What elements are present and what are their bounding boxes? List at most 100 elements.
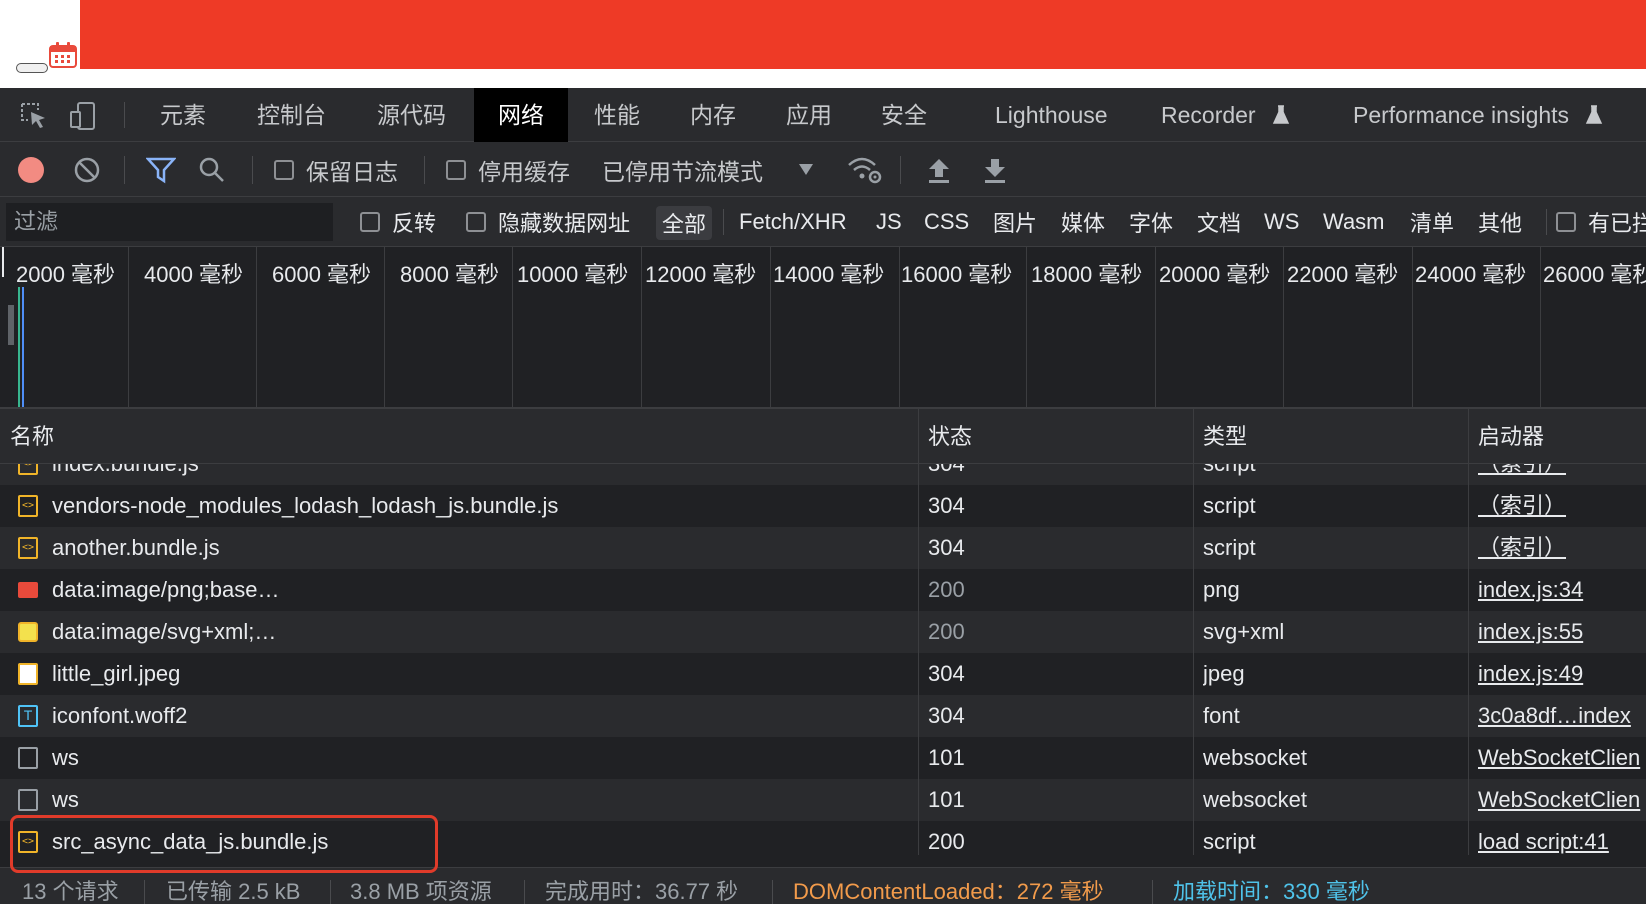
toolbar-divider — [1546, 209, 1547, 235]
request-name: little_girl.jpeg — [52, 661, 181, 686]
record-button[interactable] — [18, 142, 44, 197]
table-row[interactable]: <> another.bundle.js 304 script （索引） — [0, 527, 1646, 569]
table-row[interactable]: ws 101 websocket WebSocketClien — [0, 779, 1646, 821]
filter-type-doc[interactable]: 文档 — [1197, 197, 1241, 247]
tab-lighthouse[interactable]: Lighthouse — [995, 88, 1108, 142]
tab-elements[interactable]: 元素 — [160, 88, 206, 142]
timeline-overview[interactable]: 2000 毫秒 4000 毫秒 6000 毫秒 8000 毫秒 10000 毫秒… — [0, 247, 1646, 409]
timeline-grid-line — [1026, 247, 1027, 407]
filter-funnel-icon[interactable] — [146, 156, 176, 184]
filter-type-css[interactable]: CSS — [924, 197, 969, 247]
column-divider[interactable] — [1193, 409, 1194, 855]
tab-memory[interactable]: 内存 — [690, 88, 736, 142]
table-row[interactable]: <> src_async_data_js.bundle.js 200 scrip… — [0, 821, 1646, 855]
status-divider — [524, 880, 525, 904]
column-header-name[interactable]: 名称 — [0, 409, 54, 464]
network-summary-bar: 13 个请求 已传输 2.5 kB 3.8 MB 项资源 完成用时：36.77 … — [0, 867, 1646, 904]
filter-type-media[interactable]: 媒体 — [1061, 197, 1105, 247]
table-row[interactable]: ws 101 websocket WebSocketClien — [0, 737, 1646, 779]
filter-type-js[interactable]: JS — [876, 197, 902, 247]
request-initiator-link[interactable]: index.js:55 — [1478, 611, 1646, 653]
tab-network[interactable]: 网络 — [474, 88, 568, 142]
timeline-tick-label: 20000 毫秒 — [1159, 262, 1271, 287]
request-initiator-link[interactable]: index.js:49 — [1478, 653, 1646, 695]
filter-type-ws[interactable]: WS — [1264, 197, 1299, 247]
column-divider[interactable] — [1468, 409, 1469, 855]
filter-type-font[interactable]: 字体 — [1129, 197, 1173, 247]
filter-type-img[interactable]: 图片 — [993, 197, 1037, 247]
request-type: font — [1203, 703, 1240, 728]
network-requests-table: 名称 状态 类型 启动器 <> index.bundle.js 304 scri… — [0, 409, 1646, 855]
column-header-status[interactable]: 状态 — [918, 409, 972, 464]
export-har-icon[interactable] — [982, 156, 1008, 184]
search-icon[interactable] — [198, 156, 226, 184]
column-divider[interactable] — [918, 409, 919, 855]
filter-type-manifest[interactable]: 清单 — [1410, 197, 1454, 247]
tab-application[interactable]: 应用 — [786, 88, 832, 142]
request-initiator-link[interactable]: （索引） — [1478, 464, 1646, 485]
invert-label: 反转 — [392, 211, 437, 236]
table-row[interactable]: <> vendors-node_modules_lodash_lodash_js… — [0, 485, 1646, 527]
request-type: websocket — [1203, 787, 1307, 812]
request-initiator-link[interactable]: WebSocketClien — [1478, 737, 1646, 779]
disable-cache-option[interactable]: 停用缓存 — [446, 142, 570, 197]
timeline-grid-line — [1283, 247, 1284, 407]
tab-recorder[interactable]: Recorder — [1161, 88, 1290, 142]
tab-recorder-label: Recorder — [1161, 102, 1256, 128]
timeline-grid-line — [384, 247, 385, 407]
preserve-log-label: 保留日志 — [306, 158, 398, 185]
filter-type-all[interactable]: 全部 — [656, 206, 713, 240]
blocked-requests-checkbox[interactable] — [1556, 212, 1576, 232]
calendar-icon — [49, 42, 77, 68]
table-row[interactable]: T iconfont.woff2 304 font 3c0a8df…index — [0, 695, 1646, 737]
column-header-type[interactable]: 类型 — [1193, 409, 1247, 464]
clear-icon[interactable] — [74, 157, 100, 183]
disable-cache-checkbox[interactable] — [446, 159, 466, 180]
request-initiator-link[interactable]: index.js:34 — [1478, 569, 1646, 611]
tab-performance-insights[interactable]: Performance insights — [1353, 88, 1603, 142]
devtools-tabs-bar: 元素 控制台 源代码 网络 性能 内存 应用 安全 Lighthouse Rec… — [0, 88, 1646, 142]
table-row[interactable]: <> index.bundle.js 304 script （索引） — [0, 464, 1646, 485]
request-initiator-link[interactable]: （索引） — [1478, 527, 1646, 569]
preserve-log-option[interactable]: 保留日志 — [274, 142, 398, 197]
filter-type-other[interactable]: 其他 — [1478, 197, 1522, 247]
font-file-icon: T — [18, 705, 38, 727]
filter-type-wasm[interactable]: Wasm — [1323, 197, 1385, 247]
hide-data-urls-checkbox[interactable] — [466, 212, 486, 232]
tab-console[interactable]: 控制台 — [257, 88, 326, 142]
request-status: 304 — [928, 535, 965, 560]
device-toolbar-icon[interactable] — [68, 100, 100, 132]
invert-option[interactable]: 反转 — [360, 197, 436, 247]
preserve-log-checkbox[interactable] — [274, 159, 294, 180]
tab-performance[interactable]: 性能 — [594, 88, 640, 142]
tab-sources[interactable]: 源代码 — [377, 88, 446, 142]
page-viewport — [0, 0, 1646, 88]
page-red-banner — [80, 0, 1646, 69]
throttling-select[interactable]: 已停用节流模式 — [602, 142, 813, 197]
request-initiator-link[interactable]: WebSocketClien — [1478, 779, 1646, 821]
table-row[interactable]: data:image/png;base… 200 png index.js:34 — [0, 569, 1646, 611]
request-type: script — [1203, 535, 1256, 560]
request-initiator-link[interactable]: （索引） — [1478, 485, 1646, 527]
import-har-icon[interactable] — [926, 156, 952, 184]
chevron-down-icon — [799, 163, 813, 175]
devtools-panel: 元素 控制台 源代码 网络 性能 内存 应用 安全 Lighthouse Rec… — [0, 88, 1646, 904]
hide-data-urls-option[interactable]: 隐藏数据网址 — [466, 197, 630, 247]
table-row[interactable]: little_girl.jpeg 304 jpeg index.js:49 — [0, 653, 1646, 695]
blocked-requests-option[interactable]: 有已拦 — [1556, 197, 1646, 247]
invert-checkbox[interactable] — [360, 212, 380, 232]
filter-type-fetch-xhr[interactable]: Fetch/XHR — [739, 197, 847, 247]
tab-security[interactable]: 安全 — [881, 88, 927, 142]
scroll-handle[interactable] — [16, 63, 48, 73]
status-divider — [772, 880, 773, 904]
js-file-icon: <> — [18, 464, 38, 475]
request-initiator-link[interactable]: load script:41 — [1478, 821, 1646, 855]
request-initiator-link[interactable]: 3c0a8df…index — [1478, 695, 1646, 737]
filter-input[interactable] — [6, 203, 333, 241]
inspect-element-icon[interactable] — [18, 100, 50, 132]
timeline-waterfall-bar — [18, 287, 20, 407]
column-header-initiator[interactable]: 启动器 — [1468, 409, 1544, 464]
network-conditions-icon[interactable] — [846, 155, 884, 185]
table-row[interactable]: data:image/svg+xml;… 200 svg+xml index.j… — [0, 611, 1646, 653]
throttling-label: 已停用节流模式 — [602, 158, 763, 185]
